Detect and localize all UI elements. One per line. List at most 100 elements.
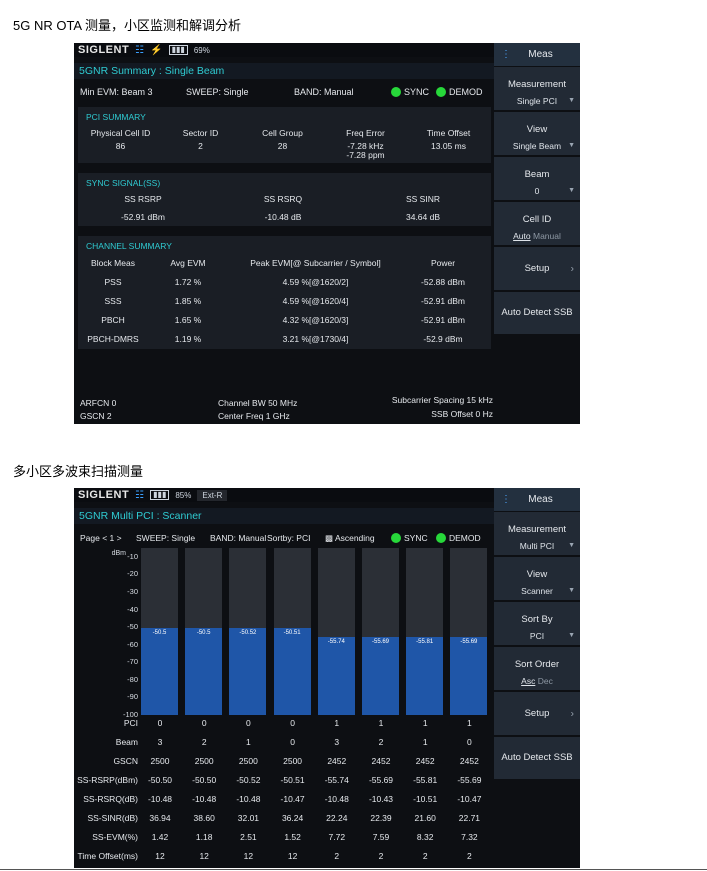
- y-tick-label: -80: [127, 674, 138, 684]
- table-cell: -10.48: [147, 794, 173, 804]
- channel-cell: 1.65 %: [174, 315, 202, 325]
- section-heading-ota: 5G NR OTA 测量，小区监测和解调分析: [13, 18, 241, 33]
- table-cell: 2: [422, 851, 428, 861]
- menu-dots-icon: ⋮: [501, 49, 511, 60]
- battery-level: 69%: [193, 45, 210, 55]
- bar-value-label: -55.81: [416, 639, 434, 646]
- bar-track: -55.74: [317, 548, 355, 715]
- toggle-manual[interactable]: Manual: [533, 231, 561, 241]
- table-cell: 1.42: [151, 832, 169, 842]
- table-cell: 1: [467, 718, 472, 728]
- meas-menu-header[interactable]: ⋮ Meas: [494, 43, 580, 67]
- auto-detect-ssb-softkey[interactable]: Auto Detect SSB: [494, 737, 580, 779]
- demod-label: DEMOD: [449, 532, 481, 543]
- table-cell: -50.51: [280, 775, 305, 785]
- view-softkey[interactable]: View Single Beam ▼: [494, 112, 580, 157]
- sync-dot-icon: [391, 87, 401, 98]
- table-row-label: SS-SINR(dB): [87, 813, 138, 823]
- pci-col-time-offset: Time Offset: [426, 128, 471, 138]
- rsrp-bar: [317, 637, 355, 715]
- channel-summary-panel: CHANNEL SUMMARY Block Meas Avg EVM Peak …: [78, 236, 491, 349]
- dropdown-arrow-icon: ▼: [568, 142, 575, 149]
- channel-cell: 1.85 %: [174, 296, 202, 306]
- table-cell: 0: [201, 718, 207, 728]
- sync-label: SYNC: [404, 86, 430, 97]
- table-cell: 2: [467, 851, 472, 861]
- softkey-panel: ⋮ Meas Measurement Multi PCI ▼ View Scann…: [494, 488, 580, 779]
- setup-softkey[interactable]: Setup ›: [494, 692, 580, 737]
- table-cell: -10.47: [280, 794, 305, 804]
- table-cell: 22.39: [370, 813, 392, 823]
- bar-value-label: -55.69: [371, 639, 389, 646]
- pci-col-physical-cell-id: Physical Cell ID: [90, 128, 151, 138]
- rsrp-bar: [141, 627, 178, 715]
- network-icon: ☷: [135, 489, 145, 501]
- table-cell: 1: [378, 718, 384, 728]
- table-cell: 22.71: [458, 813, 481, 823]
- table-row-label: PCI: [123, 718, 138, 728]
- sync-indicator: SYNC: [391, 533, 428, 544]
- bar-track: -55.81: [406, 548, 444, 715]
- beam-softkey[interactable]: Beam 0 ▼: [494, 157, 580, 202]
- channel-col-avg-evm: Avg EVM: [170, 258, 206, 268]
- arfcn-text: ARFCN 0: [80, 398, 117, 408]
- table-row-label: SS-EVM(%): [92, 832, 138, 842]
- softkey-label: Setup: [524, 263, 550, 274]
- table-cell: -55.81: [413, 775, 438, 785]
- sort-by-softkey[interactable]: Sort By PCI ▼: [494, 602, 580, 647]
- y-tick-label: -70: [127, 657, 138, 667]
- meas-menu-header[interactable]: ⋮ Meas: [494, 488, 580, 512]
- setup-softkey[interactable]: Setup ›: [494, 247, 580, 292]
- view-softkey[interactable]: View Scanner ▼: [494, 557, 580, 602]
- y-tick-label: -90: [127, 692, 138, 702]
- toggle-auto[interactable]: Auto: [513, 231, 531, 241]
- auto-detect-ssb-softkey[interactable]: Auto Detect SSB: [494, 292, 580, 334]
- table-cell: -50.50: [192, 775, 217, 785]
- ss-rsrp-col: SS RSRP: [124, 194, 162, 204]
- channel-col-peak-evm: Peak EVM[@ Subcarrier / Symbol]: [250, 258, 381, 268]
- sync-signal-header: SYNC SIGNAL(SS): [86, 178, 161, 188]
- table-cell: 1: [422, 737, 428, 747]
- softkey-label: View: [526, 124, 548, 135]
- table-cell: 2500: [283, 756, 303, 766]
- table-cell: -50.52: [236, 775, 261, 785]
- bar-track: -55.69: [362, 548, 399, 715]
- sort-order-softkey[interactable]: Sort Order Asc Dec: [494, 647, 580, 692]
- center-freq-text: Center Freq 1 GHz: [218, 411, 290, 421]
- rsrp-bar: [450, 637, 488, 715]
- table-cell: -10.47: [457, 794, 482, 804]
- channel-cell: PSS: [104, 277, 122, 287]
- table-cell: 12: [243, 851, 254, 861]
- pci-summary-header: PCI SUMMARY: [86, 112, 146, 122]
- table-cell: 8.32: [416, 832, 434, 842]
- table-cell: 2.51: [240, 832, 257, 842]
- channel-summary-header: CHANNEL SUMMARY: [86, 241, 172, 251]
- battery-icon: ▮▮▮: [150, 490, 170, 500]
- dropdown-arrow-icon: ▼: [568, 542, 575, 549]
- sync-signal-panel: SYNC SIGNAL(SS) SS RSRP SS RSRQ SS SINR …: [78, 173, 491, 226]
- table-cell: 1.18: [195, 832, 213, 842]
- softkey-label: Beam: [524, 169, 550, 180]
- table-cell: -10.51: [413, 794, 438, 804]
- bar-value-label: -55.69: [460, 639, 478, 646]
- cell-id-softkey[interactable]: Cell ID Auto Manual: [494, 202, 580, 247]
- page-nav[interactable]: Page < 1 >: [80, 533, 122, 543]
- table-row-label: SS-RSRP(dBm): [77, 775, 138, 785]
- measurement-softkey[interactable]: Measurement Single PCI ▼: [494, 67, 580, 112]
- toggle-dec[interactable]: Dec: [538, 676, 553, 686]
- toggle-asc[interactable]: Asc: [521, 676, 535, 686]
- table-cell: -10.48: [192, 794, 217, 804]
- band-text: BAND: Manual: [294, 87, 354, 97]
- softkey-label: Sort Order: [514, 659, 560, 670]
- chevron-right-icon: ›: [570, 263, 574, 274]
- table-row-label: Beam: [115, 737, 138, 747]
- network-icon: ☷: [135, 44, 145, 56]
- table-cell: 32.01: [237, 813, 260, 823]
- bar-value-label: -55.74: [327, 639, 345, 646]
- channel-cell: -52.88 dBm: [421, 277, 465, 287]
- page-title: 5GNR Multi PCI : Scanner: [74, 508, 494, 524]
- bar-value-label: -50.52: [239, 630, 257, 637]
- table-cell: 38.60: [193, 813, 215, 823]
- measurement-softkey[interactable]: Measurement Multi PCI ▼: [494, 512, 580, 557]
- table-cell: 36.94: [149, 813, 171, 823]
